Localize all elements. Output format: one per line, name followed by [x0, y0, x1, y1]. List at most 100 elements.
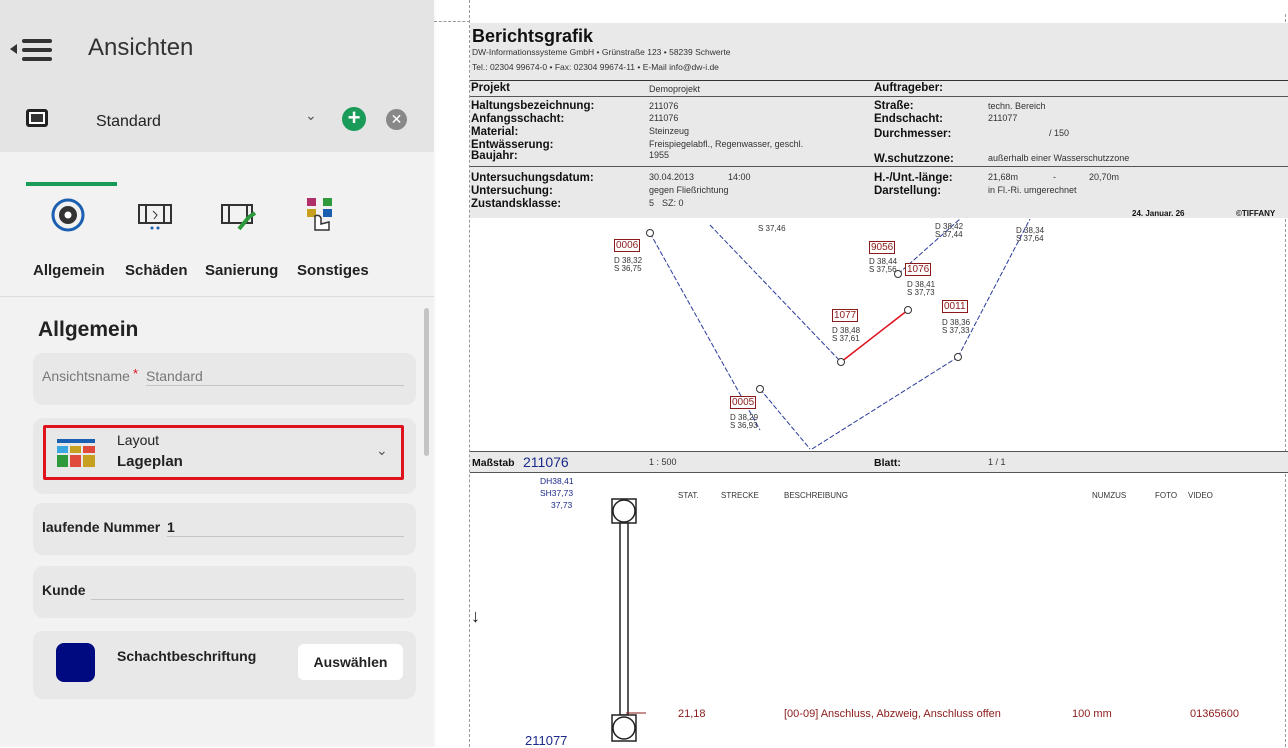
station-label: S 37,64: [1016, 234, 1044, 243]
wschutz-label: W.schutzzone:: [874, 153, 954, 165]
anfang-value: 211076: [649, 113, 679, 123]
station-label: S 37,33: [942, 326, 970, 335]
view-icon: [26, 109, 48, 127]
col-video: VIDEO: [1188, 491, 1213, 500]
baujahr-value: 1955: [649, 150, 670, 160]
endschacht-value: 211077: [988, 113, 1018, 123]
zustand-sz: SZ: 0: [662, 198, 684, 208]
ansichtsname-underline: [146, 385, 404, 386]
tab-allgemein[interactable]: Allgemein: [33, 262, 105, 279]
report-title: Berichtsgrafik: [472, 26, 594, 46]
manhole-label: 1077: [832, 309, 859, 322]
durchmesser-label: Durchmesser:: [874, 128, 952, 140]
blatt-value: 1 / 1: [988, 457, 1006, 467]
manhole-label: 0011: [942, 300, 968, 313]
view-select[interactable]: Standard: [96, 113, 161, 131]
gear-refresh-icon[interactable]: [51, 198, 85, 232]
divider: [0, 296, 434, 297]
sh-value: SH37,73: [540, 488, 574, 498]
views-panel: Ansichten Standard ⌄ + ✕ Allgemein Schäd…: [0, 0, 434, 747]
unters-datum-value: 30.04.2013: [649, 172, 695, 182]
layout-label: Layout: [117, 432, 160, 448]
company-line: DW-Informationssysteme GmbH • Grünstraße…: [472, 47, 731, 57]
zustand-label: Zustandsklasse:: [471, 198, 562, 210]
unters-time: 14:00: [728, 172, 751, 182]
wschutz-value: außerhalb einer Wasserschutzzone: [988, 153, 1130, 163]
dh-value: DH38,41: [540, 476, 574, 486]
col-strecke: STRECKE: [721, 491, 759, 500]
schachtbeschriftung-label: Schachtbeschriftung: [117, 648, 257, 664]
blatt-label: Blatt:: [874, 457, 901, 469]
manhole-label: 1076: [905, 263, 932, 276]
manhole-label: 0006: [614, 239, 641, 252]
rule: [470, 80, 1288, 81]
panel-header: Ansichten Standard ⌄ + ✕: [0, 0, 434, 152]
report-user: ©TIFFANY: [1236, 209, 1276, 218]
pipe-repair-icon[interactable]: [221, 203, 257, 231]
strasse-label: Straße:: [874, 100, 914, 112]
delete-view-button[interactable]: ✕: [386, 109, 407, 130]
scrollbar-thumb[interactable]: [424, 308, 429, 456]
strasse-value: techn. Bereich: [988, 101, 1046, 111]
row-description: [00-09] Anschluss, Abzweig, Anschluss of…: [784, 708, 1001, 720]
flow-arrow-icon: ↓: [471, 606, 480, 626]
ansichtsname-card: Ansichtsname * Standard: [33, 353, 416, 405]
haltung-label: Haltungsbezeichnung:: [471, 100, 595, 112]
tab-sonstiges[interactable]: Sonstiges: [297, 262, 369, 279]
active-tab-indicator: [26, 182, 117, 186]
abc-hand-icon[interactable]: [305, 196, 341, 232]
color-swatch[interactable]: [56, 643, 95, 682]
manhole-label: 9056: [869, 241, 896, 254]
haltung-value: 211076: [649, 101, 679, 111]
durchmesser-value: / 150: [1049, 128, 1070, 138]
layout-icon: [57, 439, 95, 467]
laufende-nummer-label: laufende Nummer: [42, 519, 161, 535]
laufende-nummer-field[interactable]: 1: [167, 519, 175, 535]
station-label: S 37,44: [935, 230, 963, 239]
anfang-label: Anfangsschacht:: [471, 113, 565, 125]
material-value: Steinzeug: [649, 126, 690, 136]
pipe-profile: [611, 498, 646, 742]
rule: [470, 166, 1288, 167]
ansichtsname-field[interactable]: Standard: [146, 368, 203, 384]
darst-value: in Fl.-Ri. umgerechnet: [988, 185, 1077, 195]
section-title: Allgemein: [38, 318, 139, 341]
collapse-menu-icon[interactable]: [10, 36, 54, 64]
report-date: 24. Januar. 26: [1132, 209, 1185, 218]
baujahr-label: Baujahr:: [471, 150, 518, 162]
layout-select[interactable]: Layout Lageplan ⌄: [43, 425, 404, 480]
auftraggeber-label: Auftrageber:: [874, 82, 944, 94]
unters-label: Untersuchung:: [471, 185, 553, 197]
tab-sanierung[interactable]: Sanierung: [205, 262, 278, 279]
row-stat: 21,18: [678, 708, 706, 720]
auswaehlen-button[interactable]: Auswählen: [298, 644, 403, 680]
ansichtsname-label: Ansichtsname: [42, 368, 130, 384]
unters-datum-label: Untersuchungsdatum:: [471, 172, 594, 184]
col-numzus: NUMZUS: [1092, 491, 1127, 500]
hlaenge-value1: 21,68m: [988, 172, 1019, 182]
chevron-down-icon[interactable]: ⌄: [305, 107, 317, 124]
station-label: S 37,46: [758, 224, 786, 233]
station-label: S 37,61: [832, 334, 860, 343]
col-stat: STAT.: [678, 491, 699, 500]
hlaenge-label: H.-/Unt.-länge:: [874, 172, 953, 184]
station-label: S 37,73: [907, 288, 935, 297]
pipe-damage-icon[interactable]: [138, 203, 172, 231]
add-view-button[interactable]: +: [342, 107, 366, 131]
laufende-nummer-card: laufende Nummer 1: [33, 503, 416, 555]
projekt-label: Projekt: [471, 82, 510, 94]
material-label: Material:: [471, 126, 519, 138]
contact-line: Tel.: 02304 99674-0 • Fax: 02304 99674-1…: [472, 62, 719, 72]
chevron-down-icon[interactable]: ⌄: [376, 442, 388, 459]
kunde-card: Kunde: [33, 566, 416, 618]
hlaenge-dash: -: [1053, 172, 1056, 182]
station-label: S 37,56: [869, 265, 897, 274]
darst-label: Darstellung:: [874, 185, 942, 197]
massstab-id: 211076: [523, 454, 569, 470]
rule: [470, 96, 1288, 97]
zustand-value: 5: [649, 198, 655, 208]
manhole-label: 0005: [730, 396, 757, 409]
entw-value: Freispiegelabfl., Regenwasser, geschl.: [649, 139, 804, 149]
panel-title: Ansichten: [88, 34, 194, 61]
tab-schaeden[interactable]: Schäden: [125, 262, 188, 279]
